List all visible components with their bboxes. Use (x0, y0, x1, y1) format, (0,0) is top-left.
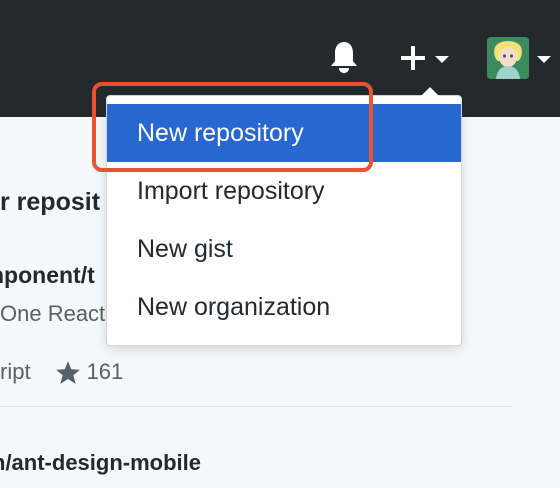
repo-link[interactable]: n/ant-design-mobile (0, 450, 201, 476)
repo-meta: ript 161 (0, 358, 123, 386)
repositories-heading: r reposit (0, 188, 101, 216)
star-count[interactable]: 161 (87, 359, 124, 385)
repo-link[interactable]: nponent/t (0, 262, 95, 289)
user-menu-button[interactable] (478, 36, 560, 80)
plus-icon (393, 38, 433, 78)
menu-item-new-organization[interactable]: New organization (107, 278, 461, 336)
menu-item-import-repository[interactable]: Import repository (107, 162, 461, 220)
menu-item-new-repository[interactable]: New repository (107, 104, 461, 162)
avatar (487, 37, 529, 79)
dropdown-arrow (421, 87, 439, 96)
repo-language: ript (0, 359, 31, 384)
create-new-button[interactable] (390, 38, 452, 78)
star-icon (55, 360, 81, 385)
chevron-down-icon (537, 55, 551, 63)
bell-icon (331, 42, 357, 73)
menu-item-new-gist[interactable]: New gist (107, 220, 461, 278)
chevron-down-icon (435, 55, 449, 63)
repo-description: One React (0, 301, 106, 326)
create-new-dropdown: New repository Import repository New gis… (106, 87, 462, 346)
divider (0, 406, 512, 407)
notifications-button[interactable] (326, 38, 362, 76)
